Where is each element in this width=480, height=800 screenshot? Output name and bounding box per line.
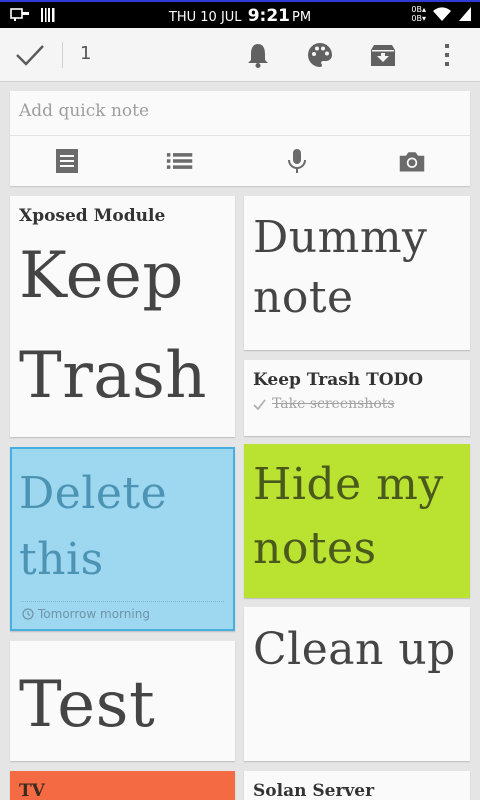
selected-count: 1 bbox=[80, 43, 92, 64]
note-card-solan-server[interactable]: Solan Server bbox=[244, 771, 470, 800]
status-ampm: PM bbox=[292, 10, 312, 25]
note-card-test[interactable]: Test bbox=[10, 641, 235, 761]
archive-icon[interactable] bbox=[369, 41, 397, 69]
note-title: Xposed Module bbox=[19, 206, 166, 226]
quick-note-bar: Add quick note bbox=[10, 91, 470, 186]
data-rate: 0B▴ 0B▾ bbox=[411, 5, 426, 23]
list-note-icon[interactable] bbox=[166, 147, 194, 175]
status-bar: THU 10 JUL 9:21 PM 0B▴ 0B▾ bbox=[0, 0, 480, 28]
bell-icon[interactable] bbox=[244, 41, 272, 69]
more-vert-icon[interactable] bbox=[433, 41, 461, 69]
note-card-delete-this[interactable]: Delete this Tomorrow morning bbox=[10, 447, 235, 631]
note-body: Dummy note bbox=[253, 212, 428, 323]
action-toolbar: 1 bbox=[0, 28, 480, 82]
note-card-tv[interactable]: TV bbox=[10, 771, 235, 800]
clock-icon bbox=[22, 608, 34, 620]
checklist-item-text: Take screenshots bbox=[272, 396, 395, 412]
note-body: Clean up bbox=[253, 624, 456, 675]
note-title: TV bbox=[19, 781, 45, 800]
check-icon[interactable] bbox=[14, 41, 46, 69]
checklist-item-done: Take screenshots bbox=[244, 390, 470, 412]
note-body: Test bbox=[19, 668, 156, 742]
note-card-dummy-note[interactable]: Dummy note bbox=[244, 196, 470, 350]
signal-icon bbox=[459, 7, 471, 21]
status-time: 9:21 bbox=[247, 6, 290, 26]
status-clock: THU 10 JUL 9:21 PM bbox=[0, 6, 480, 26]
note-body: Delete this bbox=[19, 468, 168, 585]
data-down: 0B▾ bbox=[411, 14, 426, 23]
reminder-chip[interactable]: Tomorrow morning bbox=[22, 607, 150, 621]
note-body: Hide my notes bbox=[253, 459, 444, 574]
camera-icon[interactable] bbox=[398, 147, 426, 175]
quick-note-input[interactable]: Add quick note bbox=[10, 91, 470, 136]
toolbar-divider bbox=[62, 42, 63, 68]
palette-icon[interactable] bbox=[306, 41, 334, 69]
note-body: Keep Trash bbox=[19, 239, 207, 413]
reminder-divider bbox=[21, 601, 224, 602]
text-note-icon[interactable] bbox=[53, 147, 81, 175]
reminder-text: Tomorrow morning bbox=[38, 607, 150, 621]
note-card-clean-up[interactable]: Clean up bbox=[244, 607, 470, 761]
wifi-icon bbox=[433, 7, 451, 21]
note-card-keep-trash-todo[interactable]: Keep Trash TODO Take screenshots bbox=[244, 360, 470, 436]
status-indicators: 0B▴ 0B▾ bbox=[411, 5, 472, 23]
note-title: Solan Server bbox=[253, 781, 375, 800]
data-up: 0B▴ bbox=[411, 5, 426, 14]
note-card-xposed-module[interactable]: Xposed Module Keep Trash bbox=[10, 196, 235, 437]
checkmark-icon bbox=[253, 398, 266, 410]
note-title: Keep Trash TODO bbox=[253, 370, 424, 390]
mic-icon[interactable] bbox=[283, 147, 311, 175]
note-card-hide-my-notes[interactable]: Hide my notes bbox=[244, 444, 470, 598]
status-date: THU 10 JUL bbox=[168, 10, 242, 25]
